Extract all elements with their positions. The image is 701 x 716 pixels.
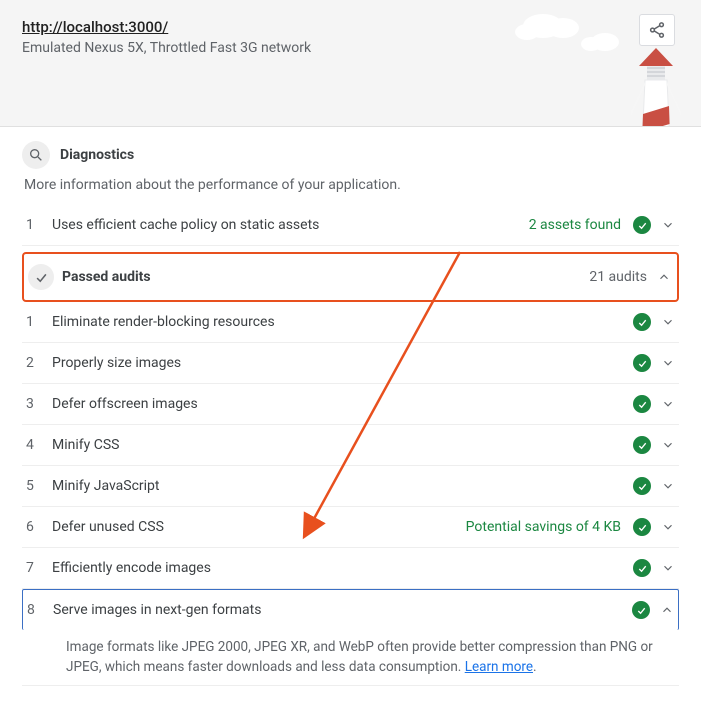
share-button[interactable]	[639, 14, 675, 46]
passed-audit-row[interactable]: 8Serve images in next-gen formats	[22, 589, 679, 630]
audit-index: 7	[26, 560, 52, 576]
passed-audits-title: Passed audits	[62, 269, 589, 285]
check-icon	[28, 264, 54, 290]
report-header: http://localhost:3000/ Emulated Nexus 5X…	[0, 0, 701, 127]
audit-title: Uses efficient cache policy on static as…	[52, 217, 529, 233]
passed-audit-row[interactable]: 7Efficiently encode images	[22, 548, 679, 589]
passed-audits-list: 1Eliminate render-blocking resources2Pro…	[22, 302, 679, 630]
audit-index: 1	[26, 217, 52, 233]
pass-badge-icon	[633, 436, 651, 454]
passed-audits-count: 21 audits	[589, 269, 647, 285]
chevron-up-icon	[660, 603, 674, 617]
audit-index: 6	[26, 519, 52, 535]
tested-url[interactable]: http://localhost:3000/	[22, 18, 679, 36]
passed-audit-row[interactable]: 5Minify JavaScript	[22, 466, 679, 507]
pass-badge-icon	[632, 601, 650, 619]
learn-more-link[interactable]: Learn more	[465, 659, 533, 675]
pass-badge-icon	[633, 559, 651, 577]
chevron-down-icon	[661, 218, 675, 232]
audit-extra: 2 assets found	[529, 217, 621, 233]
passed-audit-row[interactable]: 1Eliminate render-blocking resources	[22, 302, 679, 343]
pass-badge-icon	[633, 477, 651, 495]
audit-title: Properly size images	[52, 355, 633, 371]
diagnostics-description: More information about the performance o…	[24, 177, 679, 193]
pass-badge-icon	[633, 354, 651, 372]
audit-index: 5	[26, 478, 52, 494]
chevron-down-icon	[661, 520, 675, 534]
chevron-down-icon	[661, 397, 675, 411]
passed-audit-row[interactable]: 6Defer unused CSSPotential savings of 4 …	[22, 507, 679, 548]
diagnostics-section-header: Diagnostics	[22, 141, 679, 169]
passed-audits-header[interactable]: Passed audits 21 audits	[22, 252, 679, 302]
chevron-up-icon	[657, 270, 671, 284]
diagnostics-audit-row[interactable]: 1 Uses efficient cache policy on static …	[22, 205, 679, 246]
report-body: Diagnostics More information about the p…	[0, 127, 701, 716]
audit-index: 2	[26, 355, 52, 371]
audit-title: Defer unused CSS	[52, 519, 466, 535]
chevron-down-icon	[661, 479, 675, 493]
chevron-down-icon	[661, 438, 675, 452]
audit-title: Defer offscreen images	[52, 396, 633, 412]
magnifier-icon	[22, 141, 50, 169]
audit-title: Efficiently encode images	[52, 560, 633, 576]
pass-badge-icon	[633, 395, 651, 413]
chevron-down-icon	[661, 315, 675, 329]
passed-audit-row[interactable]: 3Defer offscreen images	[22, 384, 679, 425]
audit-expanded-description: Image formats like JPEG 2000, JPEG XR, a…	[22, 630, 679, 686]
audit-index: 8	[27, 602, 53, 618]
pass-badge-icon	[633, 216, 651, 234]
passed-audit-row[interactable]: 4Minify CSS	[22, 425, 679, 466]
emulation-info: Emulated Nexus 5X, Throttled Fast 3G net…	[22, 40, 679, 56]
diagnostics-title: Diagnostics	[60, 147, 134, 163]
pass-badge-icon	[633, 313, 651, 331]
passed-audit-row[interactable]: 2Properly size images	[22, 343, 679, 384]
audit-index: 1	[26, 314, 52, 330]
audit-expanded-text: Image formats like JPEG 2000, JPEG XR, a…	[66, 639, 653, 675]
audit-extra: Potential savings of 4 KB	[466, 519, 621, 535]
audit-title: Serve images in next-gen formats	[53, 602, 632, 618]
chevron-down-icon	[661, 561, 675, 575]
pass-badge-icon	[633, 518, 651, 536]
audit-title: Minify CSS	[52, 437, 633, 453]
chevron-down-icon	[661, 356, 675, 370]
audit-index: 4	[26, 437, 52, 453]
lighthouse-icon	[631, 46, 681, 127]
audit-index: 3	[26, 396, 52, 412]
audit-title: Minify JavaScript	[52, 478, 633, 494]
share-icon	[648, 21, 666, 39]
audit-title: Eliminate render-blocking resources	[52, 314, 633, 330]
